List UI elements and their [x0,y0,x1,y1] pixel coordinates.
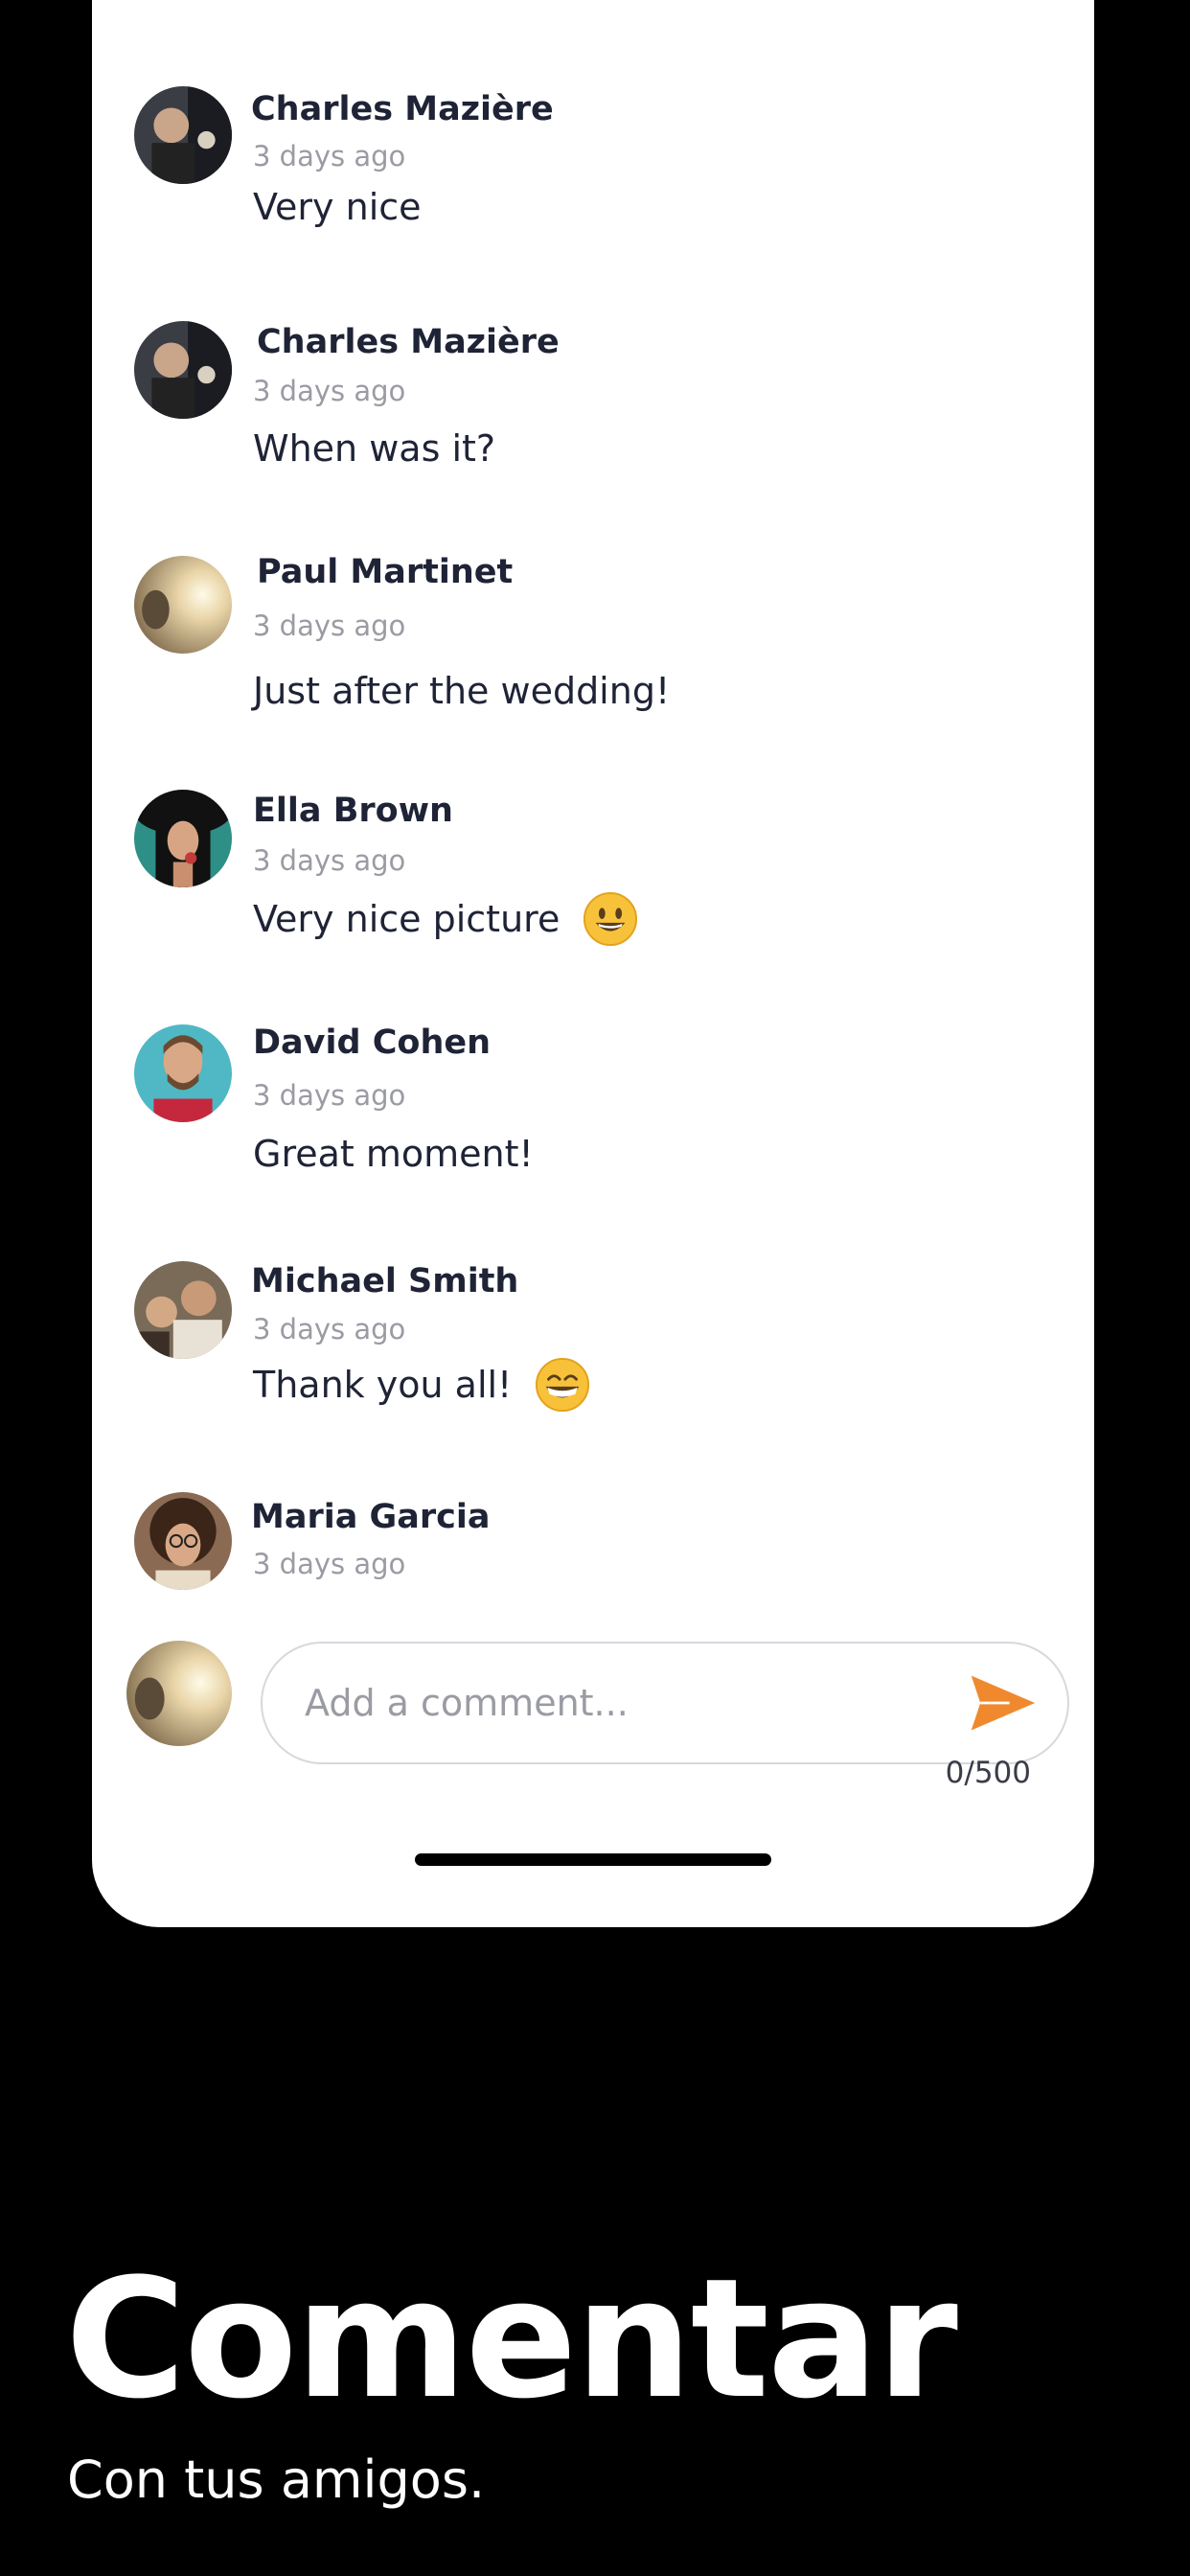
avatar[interactable] [134,1024,232,1122]
avatar[interactable] [134,1261,232,1359]
commenter-name[interactable]: Charles Mazière [251,90,554,128]
comment-text: When was it? [253,427,496,470]
comment-timestamp: 3 days ago [253,1079,406,1112]
comment-text: Great moment! [253,1133,534,1175]
avatar[interactable] [134,86,232,184]
comment-text: Thank you all! [253,1322,590,1447]
commenter-name[interactable]: Ella Brown [253,792,453,830]
promo-subline: Con tus amigos. [67,2450,486,2510]
phone-screen: Charles Mazière 3 days ago Very nice Cha… [92,0,1094,1927]
avatar[interactable] [134,1492,232,1590]
comment-timestamp: 3 days ago [253,1548,406,1580]
current-user-avatar[interactable] [126,1641,232,1746]
comment-text: Just after the wedding! [253,670,671,712]
comment-input[interactable] [261,1642,1069,1764]
comment-timestamp: 3 days ago [253,610,406,642]
comment-text: Very nice [253,186,422,228]
character-counter: 0/500 [945,1756,1031,1790]
commenter-name[interactable]: Michael Smith [251,1262,518,1300]
commenter-name[interactable]: Maria Garcia [251,1498,490,1536]
promo-headline: Comentar [65,2242,958,2435]
grinning-face-icon [583,891,638,947]
comment-timestamp: 3 days ago [253,140,406,172]
comment-text: Very nice picture [253,857,638,981]
beaming-face-icon [535,1357,590,1413]
send-icon[interactable] [966,1667,1039,1739]
commenter-name[interactable]: Paul Martinet [257,553,513,591]
avatar[interactable] [134,556,232,654]
avatar[interactable] [134,321,232,419]
commenter-name[interactable]: Charles Mazière [257,323,560,361]
home-indicator[interactable] [415,1853,771,1866]
avatar[interactable] [134,790,232,887]
commenter-name[interactable]: David Cohen [253,1024,491,1062]
comment-timestamp: 3 days ago [253,375,406,407]
